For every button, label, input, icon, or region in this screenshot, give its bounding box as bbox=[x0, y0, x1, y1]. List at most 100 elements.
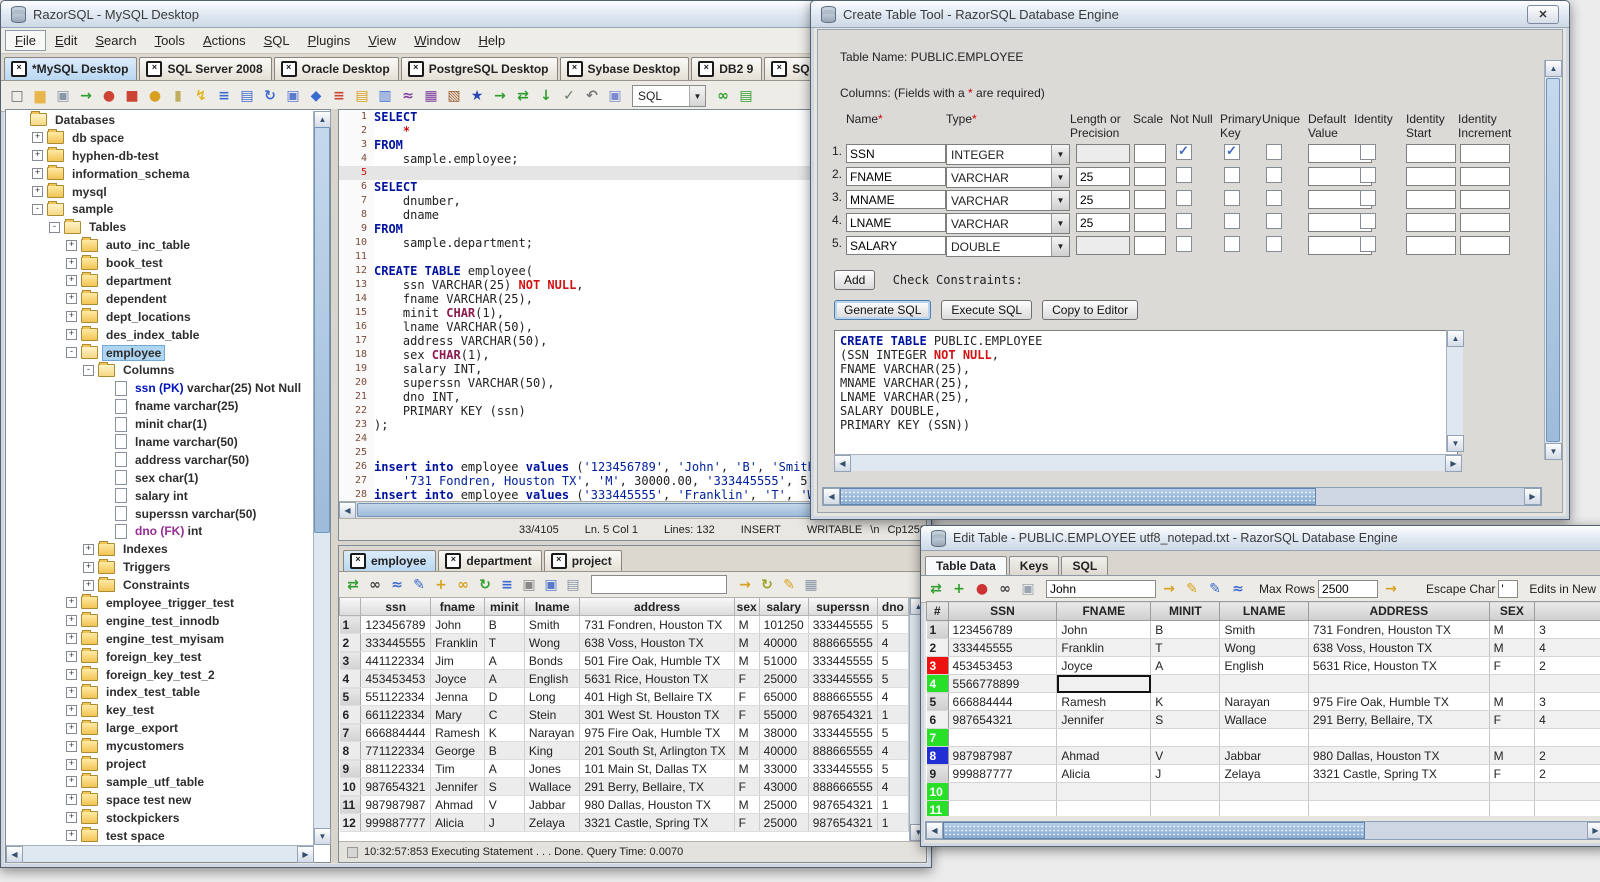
view-icon[interactable]: ∞ bbox=[995, 579, 1015, 599]
not-null-checkbox[interactable] bbox=[1176, 236, 1192, 252]
column-type-select[interactable]: VARCHAR ▼ bbox=[946, 167, 1070, 188]
compare-icon[interactable]: ≈ bbox=[398, 86, 418, 106]
chevron-down-icon[interactable]: ▼ bbox=[1051, 214, 1069, 233]
identity-increment-input[interactable] bbox=[1460, 190, 1510, 209]
tree-item-engine-test-myisam[interactable]: + engine_test_myisam bbox=[7, 630, 313, 648]
add-column-button[interactable]: Add bbox=[834, 270, 876, 290]
results-column-address[interactable]: address bbox=[579, 598, 735, 616]
tree-item-sample[interactable]: - sample bbox=[7, 200, 313, 218]
list-icon[interactable]: ▤ bbox=[736, 86, 756, 106]
edit-column-ssn[interactable]: SSN bbox=[947, 601, 1058, 621]
not-null-checkbox[interactable] bbox=[1176, 143, 1192, 160]
scroll-left-icon[interactable]: ◀ bbox=[6, 846, 23, 863]
identity-start-input[interactable] bbox=[1406, 213, 1456, 232]
refresh-results-icon[interactable]: ⇄ bbox=[343, 575, 363, 595]
copy-icon[interactable]: ▣ bbox=[283, 86, 303, 106]
unique-checkbox[interactable] bbox=[1266, 213, 1282, 229]
close-icon[interactable]: × bbox=[350, 553, 366, 569]
highlight-icon[interactable]: ✎ bbox=[1182, 579, 1202, 599]
tree-item-department[interactable]: + department bbox=[7, 272, 313, 290]
edit-column-minit[interactable]: MINIT bbox=[1150, 601, 1221, 621]
expand-icon[interactable]: + bbox=[66, 704, 77, 716]
results-tab-project[interactable]: × project bbox=[543, 550, 622, 571]
length-input[interactable] bbox=[1076, 167, 1130, 186]
save-icon[interactable]: ▣ bbox=[53, 86, 73, 106]
expand-icon[interactable]: + bbox=[66, 633, 77, 645]
identity-increment-input[interactable] bbox=[1460, 144, 1510, 163]
commit-icon[interactable]: ● bbox=[145, 86, 165, 106]
backup-icon[interactable]: ▧ bbox=[444, 86, 464, 106]
results-row-3[interactable]: 3 441122334 Jim A Bonds 501 Fire Oak, Humble … bbox=[339, 651, 910, 670]
identity-checkbox[interactable] bbox=[1360, 144, 1376, 160]
row-number[interactable]: 4 bbox=[926, 674, 949, 693]
tree-item-databases[interactable]: Databases bbox=[7, 111, 313, 129]
scroll-up-icon[interactable]: ▲ bbox=[314, 111, 331, 128]
expand-icon[interactable]: + bbox=[66, 758, 77, 770]
collapse-icon[interactable]: - bbox=[49, 221, 60, 233]
search-results-icon[interactable]: ∞ bbox=[713, 86, 733, 106]
edit-row-4[interactable]: 4 5566778899 bbox=[926, 674, 1600, 693]
edit-tab-sql[interactable]: SQL bbox=[1061, 556, 1109, 575]
expand-icon[interactable]: + bbox=[66, 776, 77, 788]
results-row-2[interactable]: 2 333445555 Franklin T Wong 638 Voss, Houston… bbox=[339, 633, 910, 652]
generate-sql-icon[interactable]: ◆ bbox=[306, 86, 326, 106]
copy-to-editor-button[interactable]: Copy to Editor bbox=[1042, 300, 1139, 320]
sql-horizontal-scrollbar[interactable]: ◀ ▶ bbox=[834, 454, 1462, 472]
results-search-input[interactable] bbox=[591, 575, 727, 594]
edit-row-3[interactable]: 3 453453453 Joyce A English 5631 Rice, Housto… bbox=[926, 656, 1600, 675]
column-type-select[interactable]: VARCHAR ▼ bbox=[946, 213, 1070, 234]
menu-actions[interactable]: Actions bbox=[194, 31, 255, 50]
desktop-tab-sybase-desktop[interactable]: × Sybase Desktop bbox=[559, 57, 690, 80]
export-results-icon[interactable]: ↻ bbox=[475, 575, 495, 595]
favorites-icon[interactable]: ★ bbox=[467, 86, 487, 106]
expand-icon[interactable]: + bbox=[32, 132, 43, 144]
results-row-11[interactable]: 11 987987987 Ahmad V Jabbar 980 Dallas, Houst… bbox=[339, 795, 910, 814]
expand-icon[interactable]: + bbox=[66, 794, 77, 806]
scroll-down-icon[interactable]: ▼ bbox=[1545, 443, 1562, 460]
identity-checkbox[interactable] bbox=[1360, 213, 1376, 229]
tree-item-information-schema[interactable]: + information_schema bbox=[7, 165, 313, 183]
close-icon[interactable]: × bbox=[11, 61, 27, 77]
column-name-input[interactable] bbox=[846, 167, 946, 186]
tree-item-large-export[interactable]: + large_export bbox=[7, 719, 313, 737]
create-table-titlebar[interactable]: Create Table Tool - RazorSQL Database En… bbox=[811, 1, 1569, 28]
new-file-icon[interactable]: □ bbox=[7, 86, 27, 106]
tree-item-index-test-table[interactable]: + index_test_table bbox=[7, 683, 313, 702]
results-row-4[interactable]: 4 453453453 Joyce A English 5631 Rice, Housto… bbox=[339, 669, 910, 688]
scroll-up-icon[interactable]: ▲ bbox=[1545, 60, 1562, 77]
edit-column-[interactable]: # bbox=[926, 601, 949, 621]
edit-row-8[interactable]: 8 987987987 Ahmad V Jabbar 980 Dallas, Housto… bbox=[926, 746, 1600, 765]
not-null-checkbox[interactable] bbox=[1176, 190, 1192, 206]
scroll-left-icon[interactable]: ◀ bbox=[339, 502, 356, 519]
scroll-left-icon[interactable]: ◀ bbox=[834, 455, 851, 472]
close-icon[interactable]: × bbox=[146, 61, 163, 77]
expand-icon[interactable]: + bbox=[66, 812, 77, 824]
scroll-right-icon[interactable]: ▶ bbox=[1524, 488, 1541, 505]
disconnect-icon[interactable]: ● bbox=[99, 86, 119, 106]
tree-horizontal-scrollbar[interactable]: ◀ ▶ bbox=[6, 845, 314, 863]
tree-item-space-test-new[interactable]: + space test new bbox=[7, 791, 313, 809]
results-column-minit[interactable]: minit bbox=[483, 598, 525, 616]
tree-item-mycustomers[interactable]: + mycustomers bbox=[7, 737, 313, 755]
rollback-icon[interactable]: ▮ bbox=[168, 86, 188, 106]
filter-rows-icon[interactable]: ≈ bbox=[1228, 579, 1248, 599]
identity-start-input[interactable] bbox=[1406, 190, 1456, 209]
column-name-input[interactable] bbox=[846, 213, 946, 232]
scroll-down-icon[interactable]: ▼ bbox=[314, 828, 331, 845]
tree-item-columns[interactable]: - Columns bbox=[7, 361, 313, 379]
results-tab-employee[interactable]: × employee bbox=[343, 550, 437, 571]
menu-search[interactable]: Search bbox=[86, 31, 145, 50]
menu-sql[interactable]: SQL bbox=[255, 31, 299, 50]
results-tab-department[interactable]: × department bbox=[438, 550, 542, 571]
results-row-6[interactable]: 6 661122334 Mary C Stein 301 West St. Houston… bbox=[339, 705, 910, 724]
tree-item-indexes[interactable]: + Indexes bbox=[7, 540, 313, 558]
scale-input[interactable] bbox=[1134, 213, 1166, 232]
edit-table-grid[interactable]: # SSN FNAME MINIT LNAME ADDRESS SEX 1 123456789 J… bbox=[926, 601, 1600, 816]
collapse-icon[interactable]: - bbox=[32, 203, 43, 215]
check-syntax-icon[interactable]: ✓ bbox=[559, 86, 579, 106]
expand-icon[interactable]: + bbox=[83, 579, 94, 591]
scroll-up-icon[interactable]: ▲ bbox=[1447, 330, 1464, 347]
scroll-right-icon[interactable]: ▶ bbox=[1587, 822, 1600, 839]
edit-column-address[interactable]: ADDRESS bbox=[1308, 601, 1490, 621]
tree-item-tables[interactable]: - Tables bbox=[7, 218, 313, 236]
